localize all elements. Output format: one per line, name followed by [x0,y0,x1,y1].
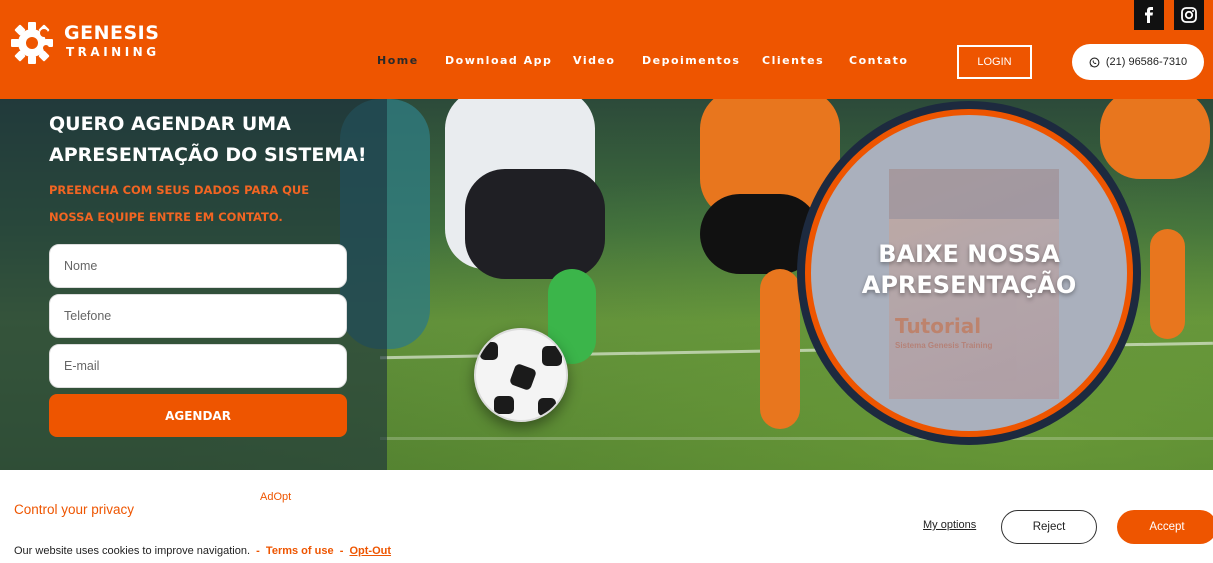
name-input[interactable]: Nome [49,244,347,288]
download-presentation-text: BAIXE NOSSA APRESENTAÇÃO [861,240,1077,299]
player-photo [760,269,800,429]
cookie-text: Our website uses cookies to improve navi… [14,545,391,557]
cookie-message: Our website uses cookies to improve navi… [14,545,251,557]
cookie-banner: AdOpt Control your privacy Our website u… [0,470,1213,563]
whatsapp-icon [1089,57,1100,67]
facebook-button[interactable] [1134,0,1164,30]
nav-contato[interactable]: Contato [849,54,908,67]
phone-input[interactable]: Telefone [49,294,347,338]
phone-number: (21) 96586-7310 [1105,56,1188,68]
soccer-ball-image [474,328,568,422]
nav-download-app[interactable]: Download App [445,54,552,67]
hero-banner: QUERO AGENDAR UMA APRESENTAÇÃO DO SISTEM… [0,99,1213,470]
instagram-button[interactable] [1174,0,1204,30]
player-photo [1100,99,1210,179]
separator: - [336,545,347,557]
field-line [380,437,1213,440]
schedule-submit-button[interactable]: AGENDAR [49,394,347,437]
site-header: GENESIS TRAINING Home Download App Video… [0,0,1213,99]
reject-button[interactable]: Reject [1001,510,1097,544]
accept-button[interactable]: Accept [1117,510,1213,544]
nav-video[interactable]: Video [573,54,615,67]
download-presentation-link[interactable]: Tutorial Sistema Genesis Training BAIXE … [797,101,1141,445]
login-button[interactable]: LOGIN [957,45,1032,79]
terms-link[interactable]: Terms of use [266,545,334,557]
email-input[interactable]: E-mail [49,344,347,388]
form-subtitle: PREENCHA COM SEUS DADOS PARA QUE NOSSA E… [49,183,310,224]
player-photo [1150,229,1185,339]
box-title: Tutorial [895,314,982,338]
player-photo [465,169,605,279]
schedule-form-panel: QUERO AGENDAR UMA APRESENTAÇÃO DO SISTEM… [0,99,387,470]
nav-depoimentos[interactable]: Depoimentos [642,54,740,67]
box-subtitle: Sistema Genesis Training [895,341,993,350]
separator: - [253,545,263,557]
instagram-icon [1181,7,1197,23]
logo-name: GENESIS [64,22,160,44]
circle-ring: Tutorial Sistema Genesis Training BAIXE … [805,109,1133,437]
optout-link[interactable]: Opt-Out [349,545,391,557]
my-options-link[interactable]: My options [923,519,976,531]
nav-clientes[interactable]: Clientes [762,54,824,67]
form-title: QUERO AGENDAR UMA APRESENTAÇÃO DO SISTEM… [49,113,367,166]
circle-body: Tutorial Sistema Genesis Training BAIXE … [811,115,1127,431]
cookie-title: Control your privacy [14,502,135,517]
nav-home[interactable]: Home [377,54,419,67]
facebook-icon [1145,7,1153,23]
whatsapp-phone-button[interactable]: (21) 96586-7310 [1072,44,1204,80]
adopt-brand: AdOpt [260,491,292,503]
